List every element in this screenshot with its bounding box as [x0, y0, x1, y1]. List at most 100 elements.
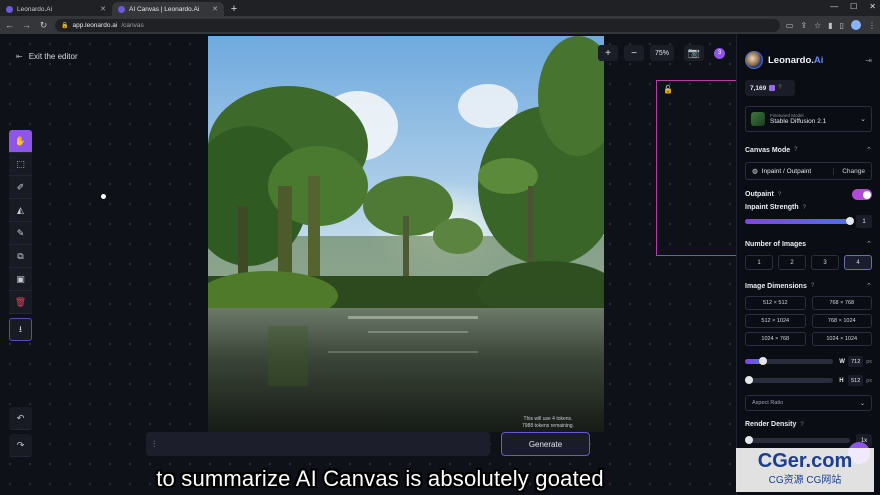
width-field: W 712 px [839, 356, 872, 367]
exit-editor-link[interactable]: ⇤ Exit the editor [16, 52, 78, 61]
number-of-images-selector: 1 2 3 4 [745, 255, 872, 270]
pan-hand-icon[interactable]: ✋ [9, 130, 32, 153]
undo-icon[interactable]: ↶ [9, 407, 32, 430]
lock-icon[interactable]: 🔒 [61, 22, 68, 29]
height-slider[interactable] [745, 376, 834, 384]
back-icon[interactable]: ← [4, 20, 15, 30]
unlock-icon[interactable]: 🔓 [663, 85, 673, 94]
zoom-out-button[interactable]: − [624, 45, 644, 61]
image-dimensions-heading[interactable]: Image Dimensions ? ⌃ [745, 282, 872, 291]
chevron-up-icon[interactable]: ⌃ [866, 146, 872, 154]
chevron-up-icon[interactable]: ⌃ [866, 240, 872, 248]
forward-icon[interactable]: → [21, 20, 32, 30]
prompt-input[interactable]: ⫶ [146, 432, 490, 456]
settings-sliders-icon[interactable]: ⫶ [153, 439, 155, 450]
model-select[interactable]: Finetuned Model Stable Diffusion 2.1 ⌄ [745, 106, 872, 132]
help-icon[interactable]: ? [794, 147, 797, 153]
slider-handle[interactable] [745, 376, 753, 384]
split-view-icon[interactable]: ▯ [840, 21, 844, 30]
help-icon[interactable]: ? [803, 205, 806, 211]
image-icon[interactable]: ▣ [9, 268, 32, 291]
close-window-icon[interactable]: ✕ [869, 2, 876, 11]
num-images-option[interactable]: 1 [745, 255, 773, 270]
mask-brush-icon[interactable]: ◭ [9, 199, 32, 222]
outpaint-label: Outpaint [745, 191, 774, 198]
width-input[interactable]: 712 [848, 356, 864, 367]
unit-label: px [866, 377, 872, 384]
token-balance: 7,169 ? [745, 80, 795, 96]
close-icon[interactable]: ✕ [100, 5, 106, 13]
pencil-icon[interactable]: ✎ [9, 222, 32, 245]
reload-icon[interactable]: ↻ [38, 20, 49, 31]
section-title: Canvas Mode [745, 146, 791, 154]
outpaint-toggle[interactable] [852, 189, 872, 200]
generate-button[interactable]: Generate [501, 432, 590, 456]
change-mode-button[interactable]: Change [833, 167, 865, 175]
number-of-images-heading[interactable]: Number of Images ⌃ [745, 240, 872, 249]
upload-image-icon[interactable]: ⧉ [9, 245, 32, 268]
height-input[interactable]: 512 [848, 375, 864, 386]
window-controls: — ☐ ✕ [830, 2, 876, 11]
zoom-in-button[interactable]: + [598, 45, 618, 61]
bookmark-star-icon[interactable]: ☆ [814, 21, 821, 30]
generated-jungle-image[interactable] [208, 36, 604, 432]
user-avatar[interactable] [745, 51, 763, 69]
profile-avatar[interactable] [851, 20, 861, 30]
dimension-option[interactable]: 512 × 1024 [745, 314, 806, 328]
num-images-option-selected[interactable]: 4 [844, 255, 872, 270]
collapse-panel-icon[interactable]: ⇥ [865, 56, 872, 65]
notification-badge[interactable]: 3 [714, 47, 725, 59]
camera-icon[interactable]: 📷 [684, 45, 704, 61]
slider-handle[interactable] [758, 357, 767, 365]
num-images-option[interactable]: 3 [811, 255, 839, 270]
new-tab-button[interactable]: + [227, 2, 241, 16]
menu-kebab-icon[interactable]: ⋮ [868, 21, 876, 30]
num-images-option[interactable]: 2 [778, 255, 806, 270]
slider-handle[interactable] [745, 436, 753, 444]
inpaint-strength-slider[interactable] [745, 217, 854, 225]
help-icon[interactable]: ? [778, 192, 781, 198]
help-icon[interactable]: ? [778, 85, 781, 91]
tab-title: Leonardo.Ai [17, 5, 53, 13]
browser-tab-ai-canvas[interactable]: AI Canvas | Leonardo.Ai ✕ [112, 2, 224, 16]
width-slider[interactable] [745, 357, 834, 365]
close-icon[interactable]: ✕ [212, 5, 218, 13]
palette-icon: ◍ [752, 168, 758, 175]
address-bar[interactable]: 🔒 app.leonardo.ai/canvas [55, 18, 780, 32]
select-icon[interactable]: ⬚ [9, 153, 32, 176]
token-count: 7,169 [750, 84, 767, 92]
download-icon[interactable]: ⭳ [9, 318, 32, 341]
inpaint-strength-label: Inpaint Strength [745, 204, 799, 211]
slider-handle[interactable] [846, 217, 854, 225]
dimension-option[interactable]: 1024 × 1024 [811, 332, 872, 346]
help-icon[interactable]: ? [800, 422, 803, 428]
dimension-option[interactable]: 512 × 512 [745, 296, 806, 310]
brand-name: Leonardo. [768, 54, 814, 66]
leonardo-favicon-icon [118, 5, 125, 13]
share-icon[interactable]: ⇪ [800, 21, 807, 30]
model-name: Stable Diffusion 2.1 [770, 118, 827, 125]
trash-icon[interactable]: 🗑 [9, 291, 32, 314]
canvas-mode-selector[interactable]: ◍ Inpaint / Outpaint Change [745, 162, 872, 180]
aspect-ratio-select[interactable]: Aspect Ratio ⌄ [745, 395, 872, 411]
section-title: Image Dimensions [745, 282, 807, 290]
maximize-icon[interactable]: ☐ [850, 2, 857, 11]
canvas-mode-heading[interactable]: Canvas Mode ? ⌃ [745, 146, 872, 155]
erase-icon[interactable]: ✐ [9, 176, 32, 199]
dimension-option[interactable]: 1024 × 768 [745, 332, 806, 346]
slider-fill [745, 219, 850, 224]
dimension-option[interactable]: 768 × 768 [811, 296, 872, 310]
outpaint-frame[interactable]: 🔓 [656, 80, 736, 256]
redo-icon[interactable]: ↷ [9, 434, 32, 457]
dimension-presets: 512 × 512 768 × 768 512 × 1024 768 × 102… [745, 296, 872, 346]
help-icon[interactable]: ? [811, 283, 814, 289]
inpaint-strength-value[interactable]: 1 [856, 215, 872, 228]
sidebar-icon[interactable]: ▮ [828, 21, 832, 30]
dimension-option[interactable]: 768 × 1024 [811, 314, 872, 328]
browser-tab-leonardo[interactable]: Leonardo.Ai ✕ [0, 2, 112, 16]
render-density-slider[interactable] [745, 436, 850, 444]
screen-cast-icon[interactable]: ▭ [786, 21, 794, 30]
chevron-down-icon: ⌄ [860, 116, 866, 123]
chevron-up-icon[interactable]: ⌃ [866, 282, 872, 290]
minimize-icon[interactable]: — [830, 2, 838, 11]
